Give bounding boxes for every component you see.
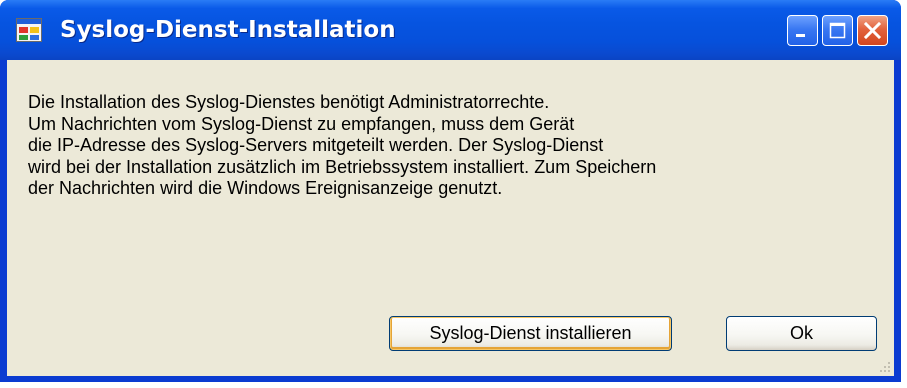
minimize-icon [796, 34, 805, 37]
minimize-button[interactable] [787, 15, 818, 46]
message-line: die IP-Adresse des Syslog-Servers mitget… [28, 135, 604, 155]
message-line: wird bei der Installation zusätzlich im … [28, 156, 657, 177]
dialog-body: Die Installation des Syslog-Dienstes ben… [7, 60, 894, 376]
window-title: Syslog-Dienst-Installation [60, 17, 396, 43]
resize-grip-icon[interactable] [876, 358, 892, 374]
close-icon [863, 21, 882, 40]
maximize-button[interactable] [822, 15, 853, 46]
title-bar[interactable]: Syslog-Dienst-Installation [0, 0, 901, 60]
close-button[interactable] [857, 15, 888, 46]
maximize-icon [829, 22, 846, 39]
message-text: Die Installation des Syslog-Dienstes ben… [28, 92, 878, 200]
application-window-icon[interactable] [16, 18, 42, 42]
dialog-window: Syslog-Dienst-Installation Die Installat… [0, 0, 901, 382]
message-line: Die Installation des Syslog-Dienstes ben… [28, 92, 550, 112]
install-syslog-service-button[interactable]: Syslog-Dienst installieren [389, 316, 672, 351]
ok-button[interactable]: Ok [726, 316, 877, 351]
message-line: Um Nachrichten vom Syslog-Dienst zu empf… [28, 113, 575, 134]
message-line: der Nachrichten wird die Windows Ereigni… [28, 178, 503, 198]
